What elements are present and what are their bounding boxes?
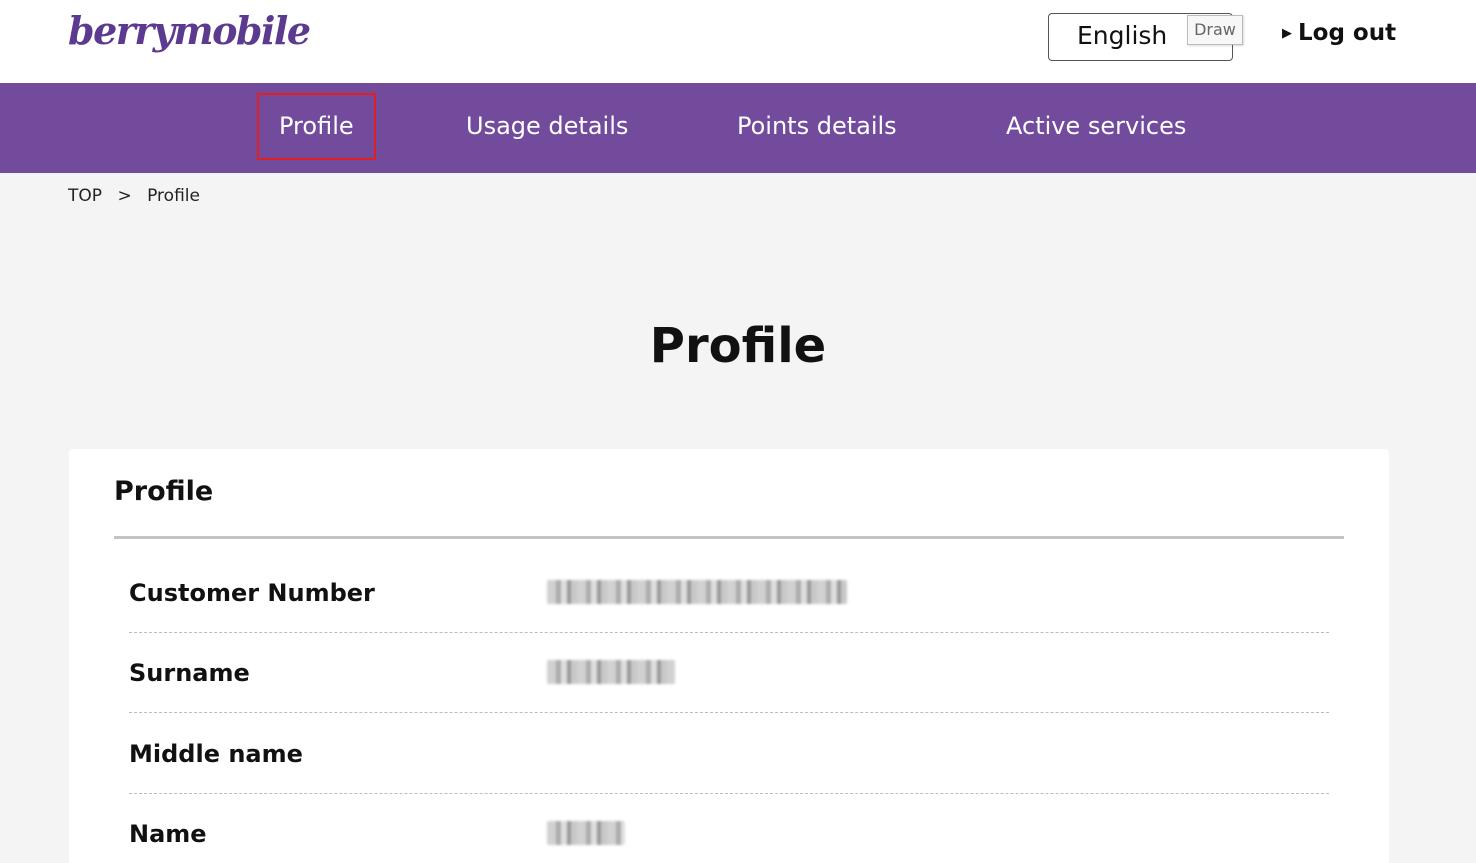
profile-row-middle-name: Middle name bbox=[129, 714, 1329, 794]
redacted-value bbox=[547, 580, 847, 604]
row-label: Customer Number bbox=[129, 579, 375, 607]
breadcrumb-separator: > bbox=[117, 186, 132, 206]
draw-tooltip: Draw bbox=[1187, 15, 1243, 45]
row-label: Middle name bbox=[129, 740, 303, 768]
row-value-redacted bbox=[547, 580, 847, 606]
row-value-redacted bbox=[547, 660, 675, 686]
nav-item-usage-details[interactable]: Usage details bbox=[466, 83, 628, 173]
profile-card: Profile Customer Number Surname Middle n… bbox=[69, 449, 1389, 863]
breadcrumb: TOP > Profile bbox=[68, 186, 210, 206]
row-label: Name bbox=[129, 820, 207, 848]
row-value-redacted bbox=[547, 821, 625, 847]
profile-row-customer-number: Customer Number bbox=[129, 553, 1329, 633]
row-label: Surname bbox=[129, 659, 250, 687]
logout-link[interactable]: ▶ Log out bbox=[1282, 20, 1396, 46]
profile-row-name: Name bbox=[129, 794, 1329, 863]
main-nav: Profile Usage details Points details Act… bbox=[0, 83, 1476, 173]
logout-label: Log out bbox=[1298, 20, 1397, 46]
page-title: Profile bbox=[649, 318, 827, 374]
card-divider bbox=[114, 536, 1344, 539]
site-header: berrymobile English Draw ▶ Log out bbox=[0, 0, 1476, 83]
berrymobile-logo[interactable]: berrymobile bbox=[68, 8, 311, 53]
redacted-value bbox=[547, 660, 675, 684]
nav-item-points-details[interactable]: Points details bbox=[737, 83, 897, 173]
breadcrumb-current: Profile bbox=[147, 186, 200, 206]
profile-row-surname: Surname bbox=[129, 633, 1329, 713]
nav-item-profile[interactable]: Profile bbox=[257, 93, 376, 160]
breadcrumb-top-link[interactable]: TOP bbox=[68, 186, 102, 206]
triangle-right-icon: ▶ bbox=[1282, 25, 1292, 41]
redacted-value bbox=[547, 821, 625, 845]
card-title: Profile bbox=[114, 476, 214, 507]
nav-item-active-services[interactable]: Active services bbox=[1006, 83, 1186, 173]
